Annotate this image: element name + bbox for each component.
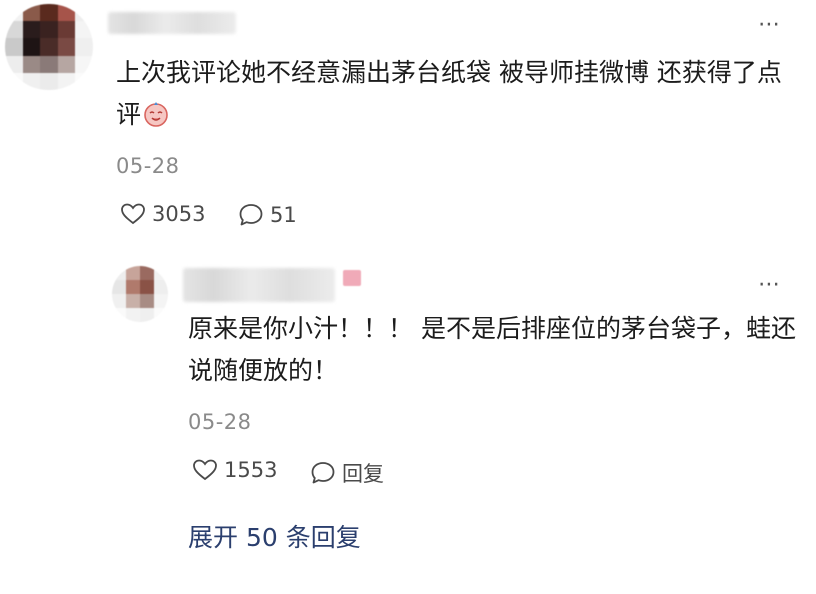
avatar-mosaic-cell — [112, 308, 126, 322]
avatar-mosaic-cell — [154, 266, 168, 280]
reply-count: 51 — [270, 203, 297, 227]
avatar-mosaic-cell — [75, 55, 93, 73]
avatar-mosaic-cell — [112, 266, 126, 280]
heart-icon — [121, 203, 145, 225]
avatar-mosaic-cell — [40, 55, 58, 73]
author-badge-icon — [343, 270, 361, 286]
avatar-mosaic-cell — [75, 38, 93, 56]
commenter-avatar[interactable] — [5, 4, 93, 90]
avatar-mosaic-cell — [140, 308, 154, 322]
avatar-mosaic-cell — [154, 280, 168, 294]
avatar-mosaic-cell — [22, 55, 41, 73]
reply-author-name-blurred[interactable] — [183, 268, 335, 302]
avatar-mosaic-cell — [154, 308, 168, 322]
avatar-mosaic-cell — [22, 38, 41, 56]
avatar-mosaic-cell — [40, 72, 58, 90]
avatar-mosaic-cell — [22, 4, 41, 22]
avatar-mosaic-cell — [40, 4, 58, 22]
avatar-mosaic-cell — [154, 294, 168, 308]
avatar-mosaic-cell — [126, 308, 140, 322]
avatar-mosaic-cell — [5, 21, 23, 39]
commenter-name-blurred[interactable] — [108, 12, 236, 34]
avatar-mosaic-cell — [5, 55, 23, 73]
like-button[interactable]: 3053 — [120, 202, 205, 226]
avatar-mosaic-cell — [57, 21, 76, 39]
avatar-mosaic-cell — [112, 294, 126, 308]
reply-date: 05-28 — [188, 410, 252, 434]
more-options-icon[interactable]: ⋯ — [758, 14, 782, 36]
speech-bubble-icon — [239, 204, 263, 226]
avatar-mosaic-cell — [75, 4, 93, 22]
reply-label: 回复 — [342, 462, 384, 486]
avatar-mosaic-cell — [140, 280, 154, 294]
avatar-mosaic-cell — [112, 280, 126, 294]
expand-replies-link[interactable]: 展开 50 条回复 — [188, 518, 361, 554]
avatar-mosaic-cell — [22, 72, 41, 90]
avatar-mosaic-cell — [5, 72, 23, 90]
reply-text: 原来是你小汁！！！ 是不是后排座位的茅台袋子，蛙还说随便放的！ — [188, 314, 796, 385]
avatar-mosaic-cell — [57, 4, 76, 22]
reply-avatar[interactable] — [112, 266, 168, 322]
avatar-mosaic-cell — [5, 38, 23, 56]
comment-text: 上次我评论她不经意漏出茅台纸袋 被导师挂微博 还获得了点评 — [116, 52, 796, 136]
reply-count-button[interactable]: 51 — [238, 202, 297, 228]
heart-icon — [193, 459, 217, 481]
reply-button[interactable]: 回复 — [310, 458, 384, 488]
more-options-icon[interactable]: ⋯ — [758, 274, 782, 296]
avatar-mosaic-cell — [75, 21, 93, 39]
avatar-mosaic-cell — [5, 4, 23, 22]
cry-laugh-emoji-icon — [144, 102, 168, 127]
avatar-mosaic-cell — [126, 266, 140, 280]
avatar-mosaic-cell — [126, 294, 140, 308]
avatar-mosaic-cell — [57, 72, 76, 90]
comment-body: 上次我评论她不经意漏出茅台纸袋 被导师挂微博 还获得了点评 — [116, 58, 782, 129]
comment-date: 05-28 — [116, 154, 180, 178]
speech-bubble-icon — [311, 462, 335, 484]
avatar-mosaic-cell — [40, 21, 58, 39]
avatar-mosaic-cell — [57, 38, 76, 56]
like-count: 1553 — [224, 458, 278, 482]
avatar-mosaic-cell — [140, 266, 154, 280]
avatar-mosaic-cell — [140, 294, 154, 308]
avatar-mosaic-cell — [126, 280, 140, 294]
like-button[interactable]: 1553 — [192, 458, 277, 482]
avatar-mosaic-cell — [22, 21, 41, 39]
avatar-mosaic-cell — [75, 72, 93, 90]
like-count: 3053 — [152, 202, 206, 226]
avatar-mosaic-cell — [40, 38, 58, 56]
avatar-mosaic-cell — [57, 55, 76, 73]
